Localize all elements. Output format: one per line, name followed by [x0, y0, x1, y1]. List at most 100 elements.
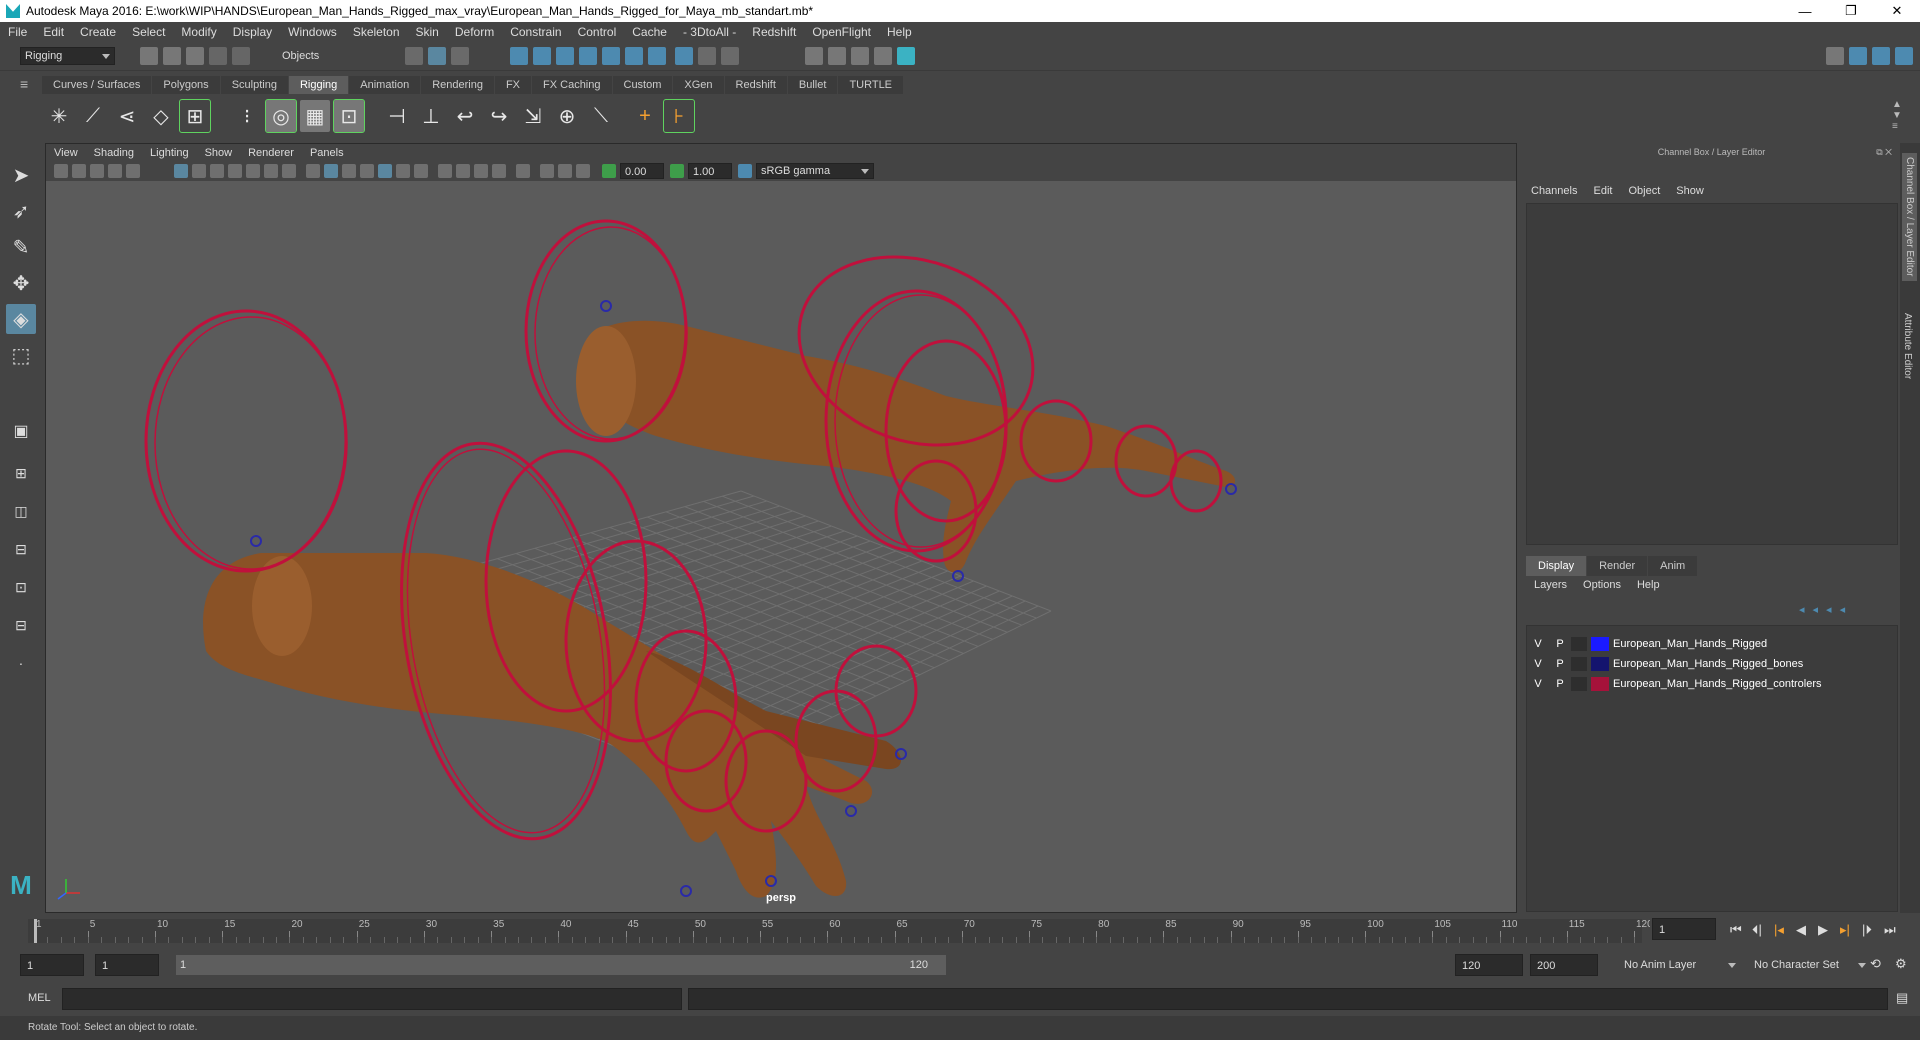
field-chart-icon[interactable]	[246, 164, 260, 178]
playback-start-field[interactable]: 1	[95, 954, 159, 976]
shelf-tab-sculpting[interactable]: Sculpting	[220, 76, 288, 94]
grid-toggle-icon[interactable]	[174, 164, 188, 178]
insert-joint-icon[interactable]: ◇	[146, 100, 176, 132]
channel-box-menu-edit[interactable]: Edit	[1585, 185, 1620, 197]
layer-tab-anim[interactable]: Anim	[1648, 556, 1698, 576]
character-set-dropdown[interactable]: No Character Set	[1750, 956, 1870, 974]
isolate-select-icon[interactable]	[516, 164, 530, 178]
toggle-modeling-toolkit-icon[interactable]	[1849, 47, 1867, 65]
menu-control[interactable]: Control	[570, 25, 625, 39]
menu-create[interactable]: Create	[72, 25, 124, 39]
step-back-key-icon[interactable]: |◂	[1774, 922, 1784, 938]
xray-joints-icon[interactable]	[474, 164, 488, 178]
scale-constraint-icon[interactable]: ⇲	[518, 100, 548, 132]
auto-key-icon[interactable]: ⟲	[1870, 956, 1881, 972]
go-to-end-icon[interactable]: ⏭	[1884, 922, 1896, 938]
menu-skeleton[interactable]: Skeleton	[345, 25, 408, 39]
bookmark-icon[interactable]	[90, 164, 104, 178]
ik-handle-icon[interactable]: ⟋	[78, 100, 108, 132]
playback-end-field[interactable]: 120	[1455, 954, 1523, 976]
layer-row[interactable]: V P European_Man_Hands_Rigged_controlers	[1527, 674, 1897, 693]
exposure-icon[interactable]	[602, 164, 616, 178]
layer-visibility-toggle[interactable]: V	[1527, 678, 1549, 690]
toggle-channel-box-icon[interactable]	[1872, 47, 1890, 65]
view-transform-dropdown[interactable]: sRGB gamma	[756, 163, 874, 179]
hypershade-icon[interactable]	[897, 47, 915, 65]
layer-menu-options[interactable]: Options	[1575, 579, 1629, 591]
snap-view-plane-icon[interactable]	[579, 47, 597, 65]
menu-constrain[interactable]: Constrain	[502, 25, 569, 39]
shelf-tab-fx[interactable]: FX	[494, 76, 532, 94]
layer-visibility-toggle[interactable]: V	[1527, 638, 1549, 650]
menu-help[interactable]: Help	[879, 25, 920, 39]
channel-box-menu-show[interactable]: Show	[1668, 185, 1712, 197]
menu-display[interactable]: Display	[225, 25, 280, 39]
menu-file[interactable]: File	[0, 25, 35, 39]
single-view-layout-icon[interactable]: ▣	[6, 416, 36, 446]
exposure-field[interactable]: 0.00	[620, 163, 664, 179]
channel-box-menu-channels[interactable]: Channels	[1523, 185, 1585, 197]
menu-3dtoall[interactable]: - 3DtoAll -	[675, 25, 744, 39]
textured-icon[interactable]	[378, 164, 392, 178]
layer-playback-toggle[interactable]: P	[1549, 678, 1571, 690]
ipr-render-icon[interactable]	[851, 47, 869, 65]
ambient-occlusion-icon[interactable]	[540, 164, 554, 178]
viewport-menu-lighting[interactable]: Lighting	[142, 147, 197, 159]
script-editor-icon[interactable]: ▤	[1896, 990, 1908, 1006]
lock-icon[interactable]	[698, 47, 716, 65]
viewport-menu-panels[interactable]: Panels	[302, 147, 352, 159]
menu-cache[interactable]: Cache	[624, 25, 675, 39]
channel-box-side-tab[interactable]: Channel Box / Layer Editor	[1902, 153, 1917, 281]
paint-select-icon[interactable]: ✎	[6, 232, 36, 262]
ik-spline-icon[interactable]: ⋖	[112, 100, 142, 132]
rotate-tool-icon[interactable]: ◈	[6, 304, 36, 334]
layer-playback-toggle[interactable]: P	[1549, 658, 1571, 670]
safe-title-icon[interactable]	[282, 164, 296, 178]
gate-mask-icon[interactable]	[228, 164, 242, 178]
layer-visibility-toggle[interactable]: V	[1527, 658, 1549, 670]
menu-edit[interactable]: Edit	[35, 25, 72, 39]
shelf-tab-xgen[interactable]: XGen	[673, 76, 724, 94]
menu-modify[interactable]: Modify	[173, 25, 224, 39]
persp-outliner-layout-icon[interactable]: ⊡	[6, 572, 36, 602]
parent-constraint-icon[interactable]: ⊥	[416, 100, 446, 132]
current-time-marker[interactable]	[34, 919, 37, 943]
ik-fk-switch-icon[interactable]: ⊦	[663, 99, 695, 133]
render-view-icon[interactable]	[805, 47, 823, 65]
help-snap-icon[interactable]	[675, 47, 693, 65]
shelf-tab-rigging[interactable]: Rigging	[288, 76, 349, 94]
persp-graph-layout-icon[interactable]: ⊟	[6, 534, 36, 564]
layer-move-icons[interactable]: ◂◂◂◂	[1799, 603, 1853, 616]
mirror-joint-icon[interactable]: ⊞	[179, 99, 211, 133]
3d-viewport[interactable]: persp	[46, 181, 1516, 912]
shelf-tab-bullet[interactable]: Bullet	[787, 76, 838, 94]
play-forwards-icon[interactable]: ▶	[1818, 922, 1828, 938]
layer-menu-layers[interactable]: Layers	[1526, 579, 1575, 591]
select-hierarchy-icon[interactable]	[405, 47, 423, 65]
layer-color-swatch[interactable]	[1591, 676, 1609, 691]
aim-constraint-icon[interactable]: ⊕	[552, 100, 582, 132]
xray-active-icon[interactable]	[456, 164, 470, 178]
safe-action-icon[interactable]	[264, 164, 278, 178]
scale-tool-icon[interactable]: ⬚	[6, 340, 36, 370]
orient-constraint-icon[interactable]: ↪	[484, 100, 514, 132]
snap-point-icon[interactable]	[556, 47, 574, 65]
gamma-icon[interactable]	[670, 164, 684, 178]
workspace-icon[interactable]	[1826, 47, 1844, 65]
layer-type-toggle[interactable]	[1571, 676, 1587, 691]
menu-skin[interactable]: Skin	[408, 25, 447, 39]
undo-icon[interactable]	[209, 47, 227, 65]
layer-row[interactable]: V P European_Man_Hands_Rigged	[1527, 634, 1897, 653]
step-forward-icon[interactable]: |⏵	[1862, 922, 1872, 938]
select-object-icon[interactable]	[428, 47, 446, 65]
redo-icon[interactable]	[232, 47, 250, 65]
camera-attr-icon[interactable]	[72, 164, 86, 178]
four-view-layout-icon[interactable]: ⊞	[6, 458, 36, 488]
wireframe-icon[interactable]	[306, 164, 320, 178]
shadows-icon[interactable]	[414, 164, 428, 178]
maximize-button[interactable]: ❐	[1828, 0, 1874, 22]
anti-alias-icon[interactable]	[576, 164, 590, 178]
input-ops-icon[interactable]	[721, 47, 739, 65]
current-frame-field[interactable]: 1	[1652, 918, 1716, 940]
close-button[interactable]: ✕	[1874, 0, 1920, 22]
